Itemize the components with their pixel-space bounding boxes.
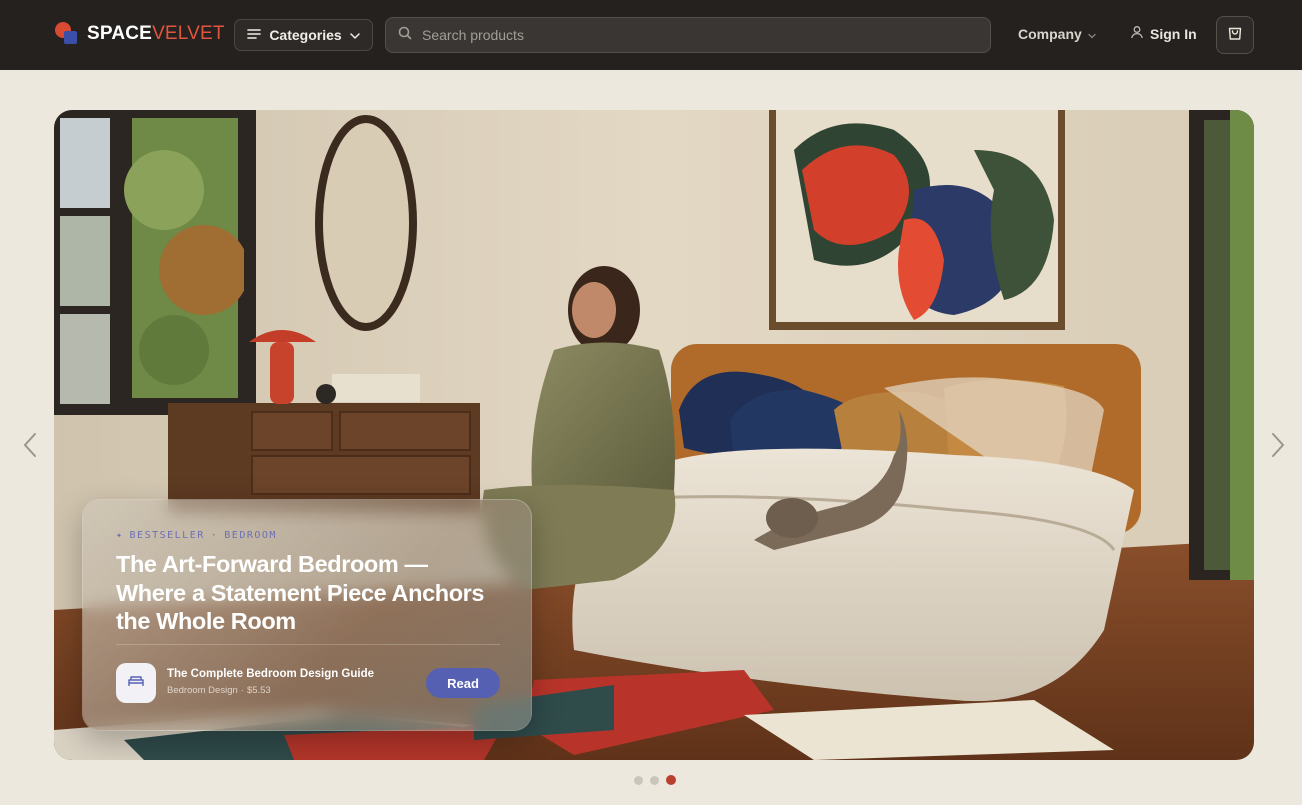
company-label: Company — [1018, 26, 1082, 42]
chevron-down-icon — [1088, 26, 1096, 42]
badge-bestseller: BESTSELLER — [129, 530, 205, 541]
sign-in-link[interactable]: Sign In — [1130, 25, 1197, 42]
categories-button[interactable]: Categories — [234, 19, 373, 51]
guide-thumbnail — [116, 663, 156, 703]
sign-in-label: Sign In — [1150, 25, 1197, 42]
logo-wordmark: SPACEVELVET — [87, 23, 225, 44]
carousel-next-button[interactable] — [1268, 432, 1288, 463]
carousel-prev-button[interactable] — [20, 432, 40, 463]
menu-icon — [247, 27, 262, 43]
brand-logo[interactable]: SPACEVELVET — [55, 22, 225, 46]
logo-mark-icon — [55, 22, 79, 46]
bed-icon — [127, 674, 145, 693]
carousel-dot-3-active[interactable] — [666, 775, 676, 785]
carousel-pagination — [634, 775, 676, 785]
guide-meta: Bedroom Design · $5.53 — [167, 685, 271, 696]
featured-article-card[interactable]: ✦ BESTSELLER · BEDROOM The Art-Forward B… — [82, 499, 532, 731]
chevron-down-icon — [349, 27, 360, 43]
search-icon — [398, 26, 412, 45]
categories-label: Categories — [269, 27, 342, 43]
article-eyebrow: ✦ BESTSELLER · BEDROOM — [116, 530, 277, 541]
guide-title: The Complete Bedroom Design Guide — [167, 668, 375, 680]
company-menu[interactable]: Company — [1018, 26, 1096, 42]
carousel-dot-2[interactable] — [650, 775, 659, 785]
shopping-bag-icon — [1227, 24, 1243, 46]
article-headline: The Art-Forward Bedroom — Where a Statem… — [116, 551, 485, 634]
sparkle-icon: ✦ — [116, 530, 124, 541]
search-input[interactable] — [422, 27, 962, 43]
chevron-left-icon — [23, 432, 37, 463]
eyebrow-separator: · — [210, 530, 219, 541]
chevron-right-icon — [1271, 432, 1285, 463]
cart-button[interactable] — [1216, 16, 1254, 54]
user-icon — [1130, 25, 1144, 42]
hero-banner[interactable]: ✦ BESTSELLER · BEDROOM The Art-Forward B… — [54, 110, 1254, 760]
card-divider — [116, 644, 500, 645]
top-navigation-bar: SPACEVELVET Categories Company Sign In — [0, 0, 1302, 70]
read-button[interactable]: Read — [426, 668, 500, 698]
carousel-dot-1[interactable] — [634, 775, 643, 785]
badge-category: BEDROOM — [224, 530, 277, 541]
search-bar[interactable] — [385, 17, 991, 53]
